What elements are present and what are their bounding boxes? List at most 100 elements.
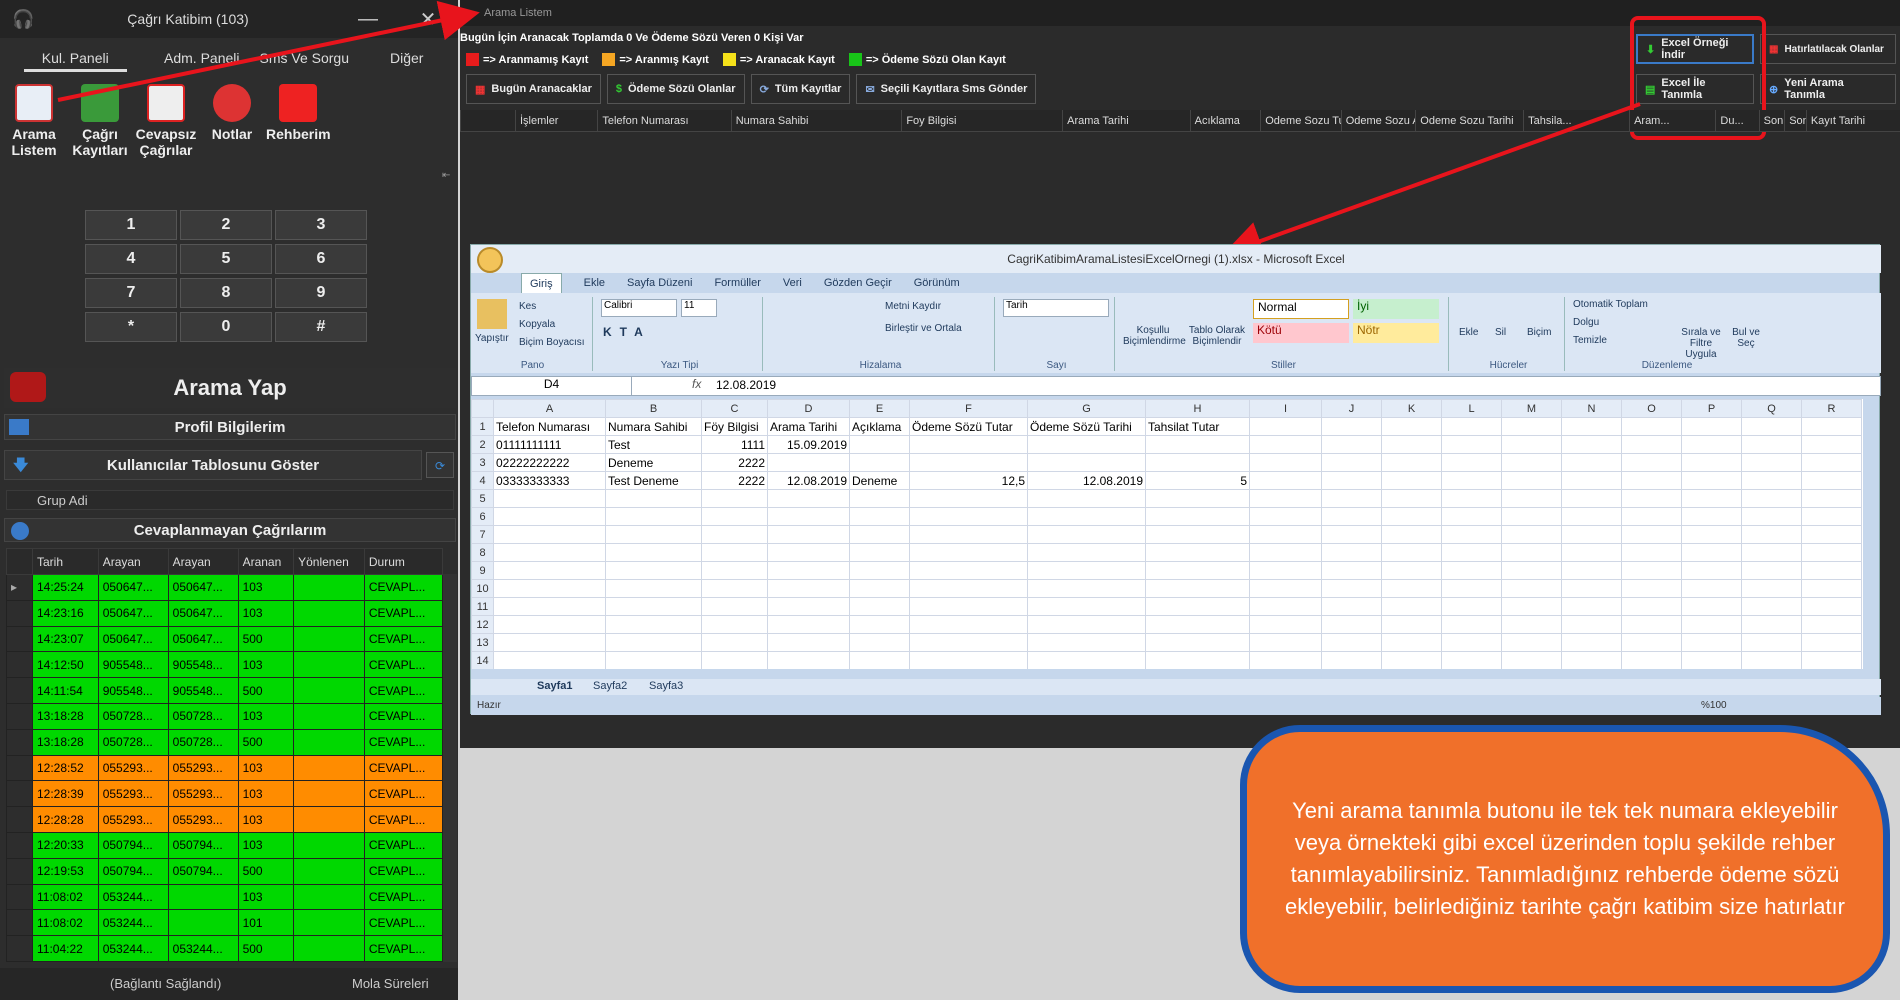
cell[interactable] xyxy=(767,489,850,508)
cell[interactable] xyxy=(1621,507,1682,526)
cell[interactable] xyxy=(767,525,850,544)
cell[interactable] xyxy=(1621,561,1682,580)
row-header[interactable]: 7 xyxy=(471,525,494,544)
cell[interactable] xyxy=(1027,543,1146,562)
cell[interactable] xyxy=(1741,471,1802,490)
format-as-table-button[interactable]: Tablo Olarak Biçimlendir xyxy=(1187,325,1247,347)
column-header[interactable]: P xyxy=(1681,399,1742,418)
cell[interactable] xyxy=(701,561,768,580)
cell[interactable] xyxy=(1321,651,1382,669)
cell[interactable] xyxy=(1321,453,1382,472)
cell[interactable] xyxy=(1321,561,1382,580)
cell[interactable] xyxy=(1027,435,1146,454)
row-header[interactable]: 9 xyxy=(471,561,494,580)
cell[interactable] xyxy=(1249,471,1322,490)
row-header[interactable]: 1 xyxy=(471,417,494,436)
row-header[interactable]: 10 xyxy=(471,579,494,598)
formula-input[interactable]: 12.08.2019 xyxy=(716,378,776,392)
cell[interactable] xyxy=(1381,651,1442,669)
cell[interactable] xyxy=(1801,651,1862,669)
cell[interactable] xyxy=(767,507,850,526)
cell[interactable]: Telefon Numarası xyxy=(493,417,606,436)
cell[interactable] xyxy=(1321,417,1382,436)
cell[interactable] xyxy=(605,633,702,652)
cell[interactable] xyxy=(909,633,1028,652)
cell[interactable] xyxy=(1801,489,1862,508)
cell[interactable] xyxy=(849,525,910,544)
cell[interactable] xyxy=(1381,561,1442,580)
row-header[interactable]: 3 xyxy=(471,453,494,472)
cell[interactable]: Test Deneme xyxy=(605,471,702,490)
insert-cells-button[interactable]: Ekle xyxy=(1459,327,1478,338)
cell[interactable] xyxy=(701,615,768,634)
format-cells-button[interactable]: Biçim xyxy=(1527,327,1551,338)
cell[interactable] xyxy=(909,489,1028,508)
cell[interactable] xyxy=(1621,651,1682,669)
cell[interactable] xyxy=(701,633,768,652)
ribbon-tab[interactable]: Formüller xyxy=(714,273,760,293)
cell[interactable] xyxy=(1741,651,1802,669)
corner-cell[interactable] xyxy=(471,399,494,418)
cell[interactable] xyxy=(1501,417,1562,436)
cell[interactable]: Deneme xyxy=(849,471,910,490)
column-header[interactable]: R xyxy=(1801,399,1862,418)
cell[interactable] xyxy=(1145,651,1250,669)
cell[interactable] xyxy=(1249,561,1322,580)
cell[interactable] xyxy=(1249,489,1322,508)
cell[interactable] xyxy=(1441,453,1502,472)
cell[interactable] xyxy=(1741,543,1802,562)
cell[interactable] xyxy=(1441,507,1502,526)
cell[interactable] xyxy=(1801,453,1862,472)
cell[interactable] xyxy=(1801,561,1862,580)
cell[interactable] xyxy=(1681,453,1742,472)
sheet-tab[interactable]: Sayfa2 xyxy=(593,680,627,692)
cell[interactable] xyxy=(493,507,606,526)
delete-cells-button[interactable]: Sil xyxy=(1495,327,1506,338)
cell[interactable] xyxy=(1249,597,1322,616)
cell[interactable] xyxy=(1681,597,1742,616)
cell[interactable] xyxy=(701,489,768,508)
cell[interactable] xyxy=(1321,633,1382,652)
column-header[interactable]: O xyxy=(1621,399,1682,418)
cell[interactable]: 1111 xyxy=(701,435,768,454)
cell[interactable] xyxy=(1249,615,1322,634)
cell[interactable] xyxy=(849,453,910,472)
sort-filter-button[interactable]: Sırala ve Filtre Uygula xyxy=(1673,327,1729,360)
cell[interactable] xyxy=(1501,453,1562,472)
cell[interactable] xyxy=(1381,525,1442,544)
cell[interactable] xyxy=(1027,507,1146,526)
cell[interactable]: 15.09.2019 xyxy=(767,435,850,454)
cell[interactable] xyxy=(909,525,1028,544)
cell[interactable] xyxy=(493,597,606,616)
cell[interactable] xyxy=(605,543,702,562)
office-button-icon[interactable] xyxy=(477,247,503,273)
cell[interactable]: 2222 xyxy=(701,471,768,490)
cell[interactable] xyxy=(767,579,850,598)
cell[interactable] xyxy=(1145,507,1250,526)
cell[interactable] xyxy=(1249,579,1322,598)
ribbon-tab[interactable]: Veri xyxy=(783,273,802,293)
cell[interactable] xyxy=(1501,543,1562,562)
cell[interactable] xyxy=(1621,525,1682,544)
cell[interactable] xyxy=(1441,471,1502,490)
cell[interactable] xyxy=(849,615,910,634)
cell[interactable] xyxy=(1249,435,1322,454)
cell[interactable] xyxy=(909,615,1028,634)
cell[interactable] xyxy=(1561,471,1622,490)
cell[interactable] xyxy=(1561,417,1622,436)
cell[interactable] xyxy=(1381,507,1442,526)
column-header[interactable]: G xyxy=(1027,399,1146,418)
cell[interactable] xyxy=(1561,543,1622,562)
cell[interactable] xyxy=(493,633,606,652)
cell[interactable] xyxy=(1321,579,1382,598)
find-select-button[interactable]: Bul ve Seç xyxy=(1729,327,1763,349)
cell[interactable] xyxy=(1681,417,1742,436)
cell[interactable] xyxy=(1561,597,1622,616)
cell[interactable] xyxy=(1441,615,1502,634)
column-header[interactable]: D xyxy=(767,399,850,418)
cell[interactable] xyxy=(1801,579,1862,598)
cell[interactable] xyxy=(1145,525,1250,544)
cell[interactable] xyxy=(909,507,1028,526)
cell[interactable] xyxy=(493,579,606,598)
cell[interactable] xyxy=(1561,525,1622,544)
